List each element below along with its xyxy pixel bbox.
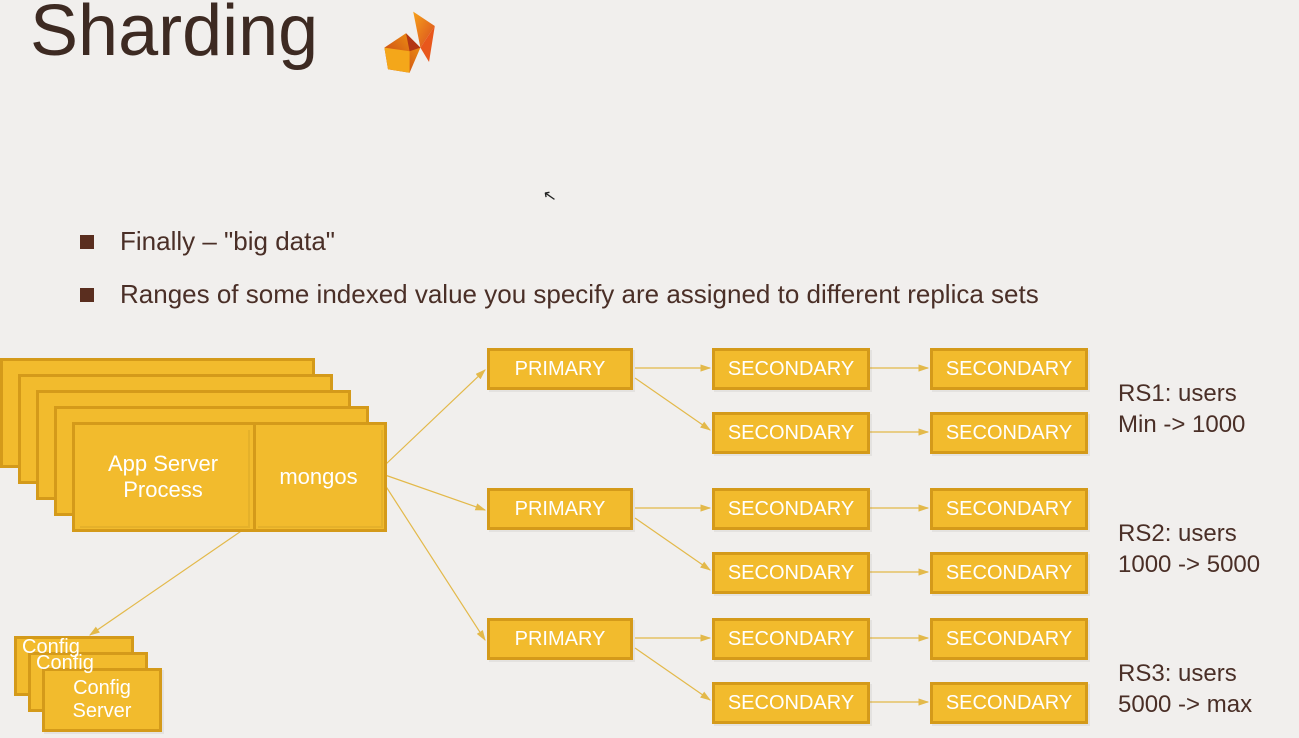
rs3-secondary: SECONDARY bbox=[712, 618, 870, 660]
rs3-primary: PRIMARY bbox=[487, 618, 633, 660]
rs1-secondary: SECONDARY bbox=[930, 348, 1088, 390]
primary-label: PRIMARY bbox=[515, 628, 606, 651]
rs3-annotation: RS3: users 5000 -> max bbox=[1118, 658, 1252, 720]
appserver-process-label: App Server Process bbox=[78, 451, 248, 504]
diagram: App Server Process mongos Config Server … bbox=[0, 0, 1299, 738]
secondary-label: SECONDARY bbox=[728, 422, 854, 445]
primary-label: PRIMARY bbox=[515, 498, 606, 521]
rs-annotation-line: Min -> 1000 bbox=[1118, 409, 1245, 440]
mongos-label: mongos bbox=[279, 464, 357, 490]
rs2-secondary: SECONDARY bbox=[712, 552, 870, 594]
rs2-secondary: SECONDARY bbox=[930, 552, 1088, 594]
secondary-label: SECONDARY bbox=[728, 358, 854, 381]
secondary-label: SECONDARY bbox=[946, 422, 1072, 445]
secondary-label: SECONDARY bbox=[728, 628, 854, 651]
rs-annotation-line: 5000 -> max bbox=[1118, 689, 1252, 720]
secondary-label: SECONDARY bbox=[946, 498, 1072, 521]
secondary-label: SECONDARY bbox=[728, 498, 854, 521]
primary-label: PRIMARY bbox=[515, 358, 606, 381]
rs2-annotation: RS2: users 1000 -> 5000 bbox=[1118, 518, 1260, 580]
rs2-secondary: SECONDARY bbox=[930, 488, 1088, 530]
rs-annotation-line: RS3: users bbox=[1118, 658, 1252, 689]
appserver-process-box: App Server Process bbox=[78, 428, 248, 526]
secondary-label: SECONDARY bbox=[946, 562, 1072, 585]
rs2-secondary: SECONDARY bbox=[712, 488, 870, 530]
rs1-primary: PRIMARY bbox=[487, 348, 633, 390]
rs-annotation-line: RS2: users bbox=[1118, 518, 1260, 549]
appserver-divider bbox=[253, 425, 256, 529]
rs1-secondary: SECONDARY bbox=[712, 348, 870, 390]
rs3-secondary: SECONDARY bbox=[930, 682, 1088, 724]
rs3-secondary: SECONDARY bbox=[930, 618, 1088, 660]
secondary-label: SECONDARY bbox=[946, 692, 1072, 715]
mongos-box: mongos bbox=[256, 428, 381, 526]
rs2-primary: PRIMARY bbox=[487, 488, 633, 530]
secondary-label: SECONDARY bbox=[946, 358, 1072, 381]
rs-annotation-line: 1000 -> 5000 bbox=[1118, 549, 1260, 580]
config-server-label: Config Server bbox=[45, 677, 159, 723]
secondary-label: SECONDARY bbox=[728, 692, 854, 715]
rs1-annotation: RS1: users Min -> 1000 bbox=[1118, 378, 1245, 440]
secondary-label: SECONDARY bbox=[946, 628, 1072, 651]
rs1-secondary: SECONDARY bbox=[712, 412, 870, 454]
rs3-secondary: SECONDARY bbox=[712, 682, 870, 724]
secondary-label: SECONDARY bbox=[728, 562, 854, 585]
rs1-secondary: SECONDARY bbox=[930, 412, 1088, 454]
slide: Sharding Finally – "big data" Ranges of … bbox=[0, 0, 1299, 738]
config-label-peek: Config bbox=[36, 652, 94, 675]
rs-annotation-line: RS1: users bbox=[1118, 378, 1245, 409]
config-server-box: Config Server bbox=[42, 668, 162, 732]
